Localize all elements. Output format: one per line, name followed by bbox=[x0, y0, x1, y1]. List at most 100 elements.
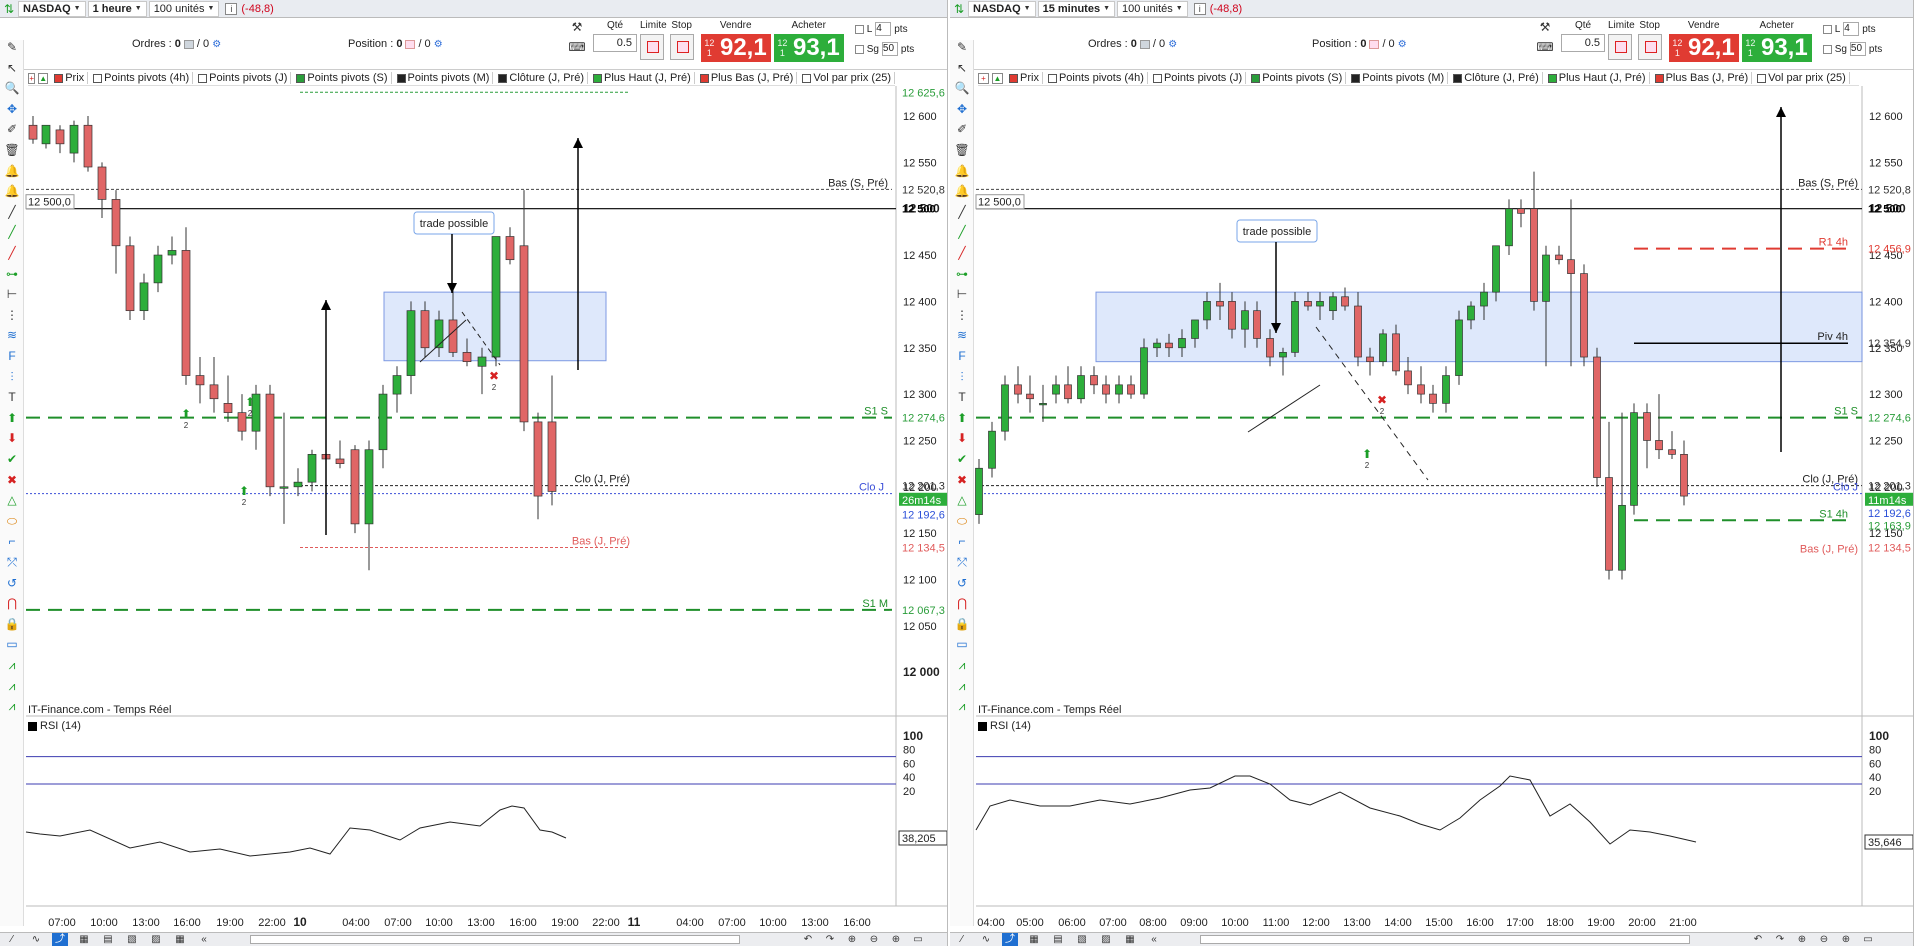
candle-bear bbox=[335, 458, 345, 464]
layers-icon[interactable]: ▦ bbox=[1122, 933, 1138, 946]
zoom-fit-icon[interactable]: ⊕ bbox=[844, 933, 860, 946]
target-arrow-head bbox=[1776, 107, 1786, 117]
rsi-value: 35,646 bbox=[1868, 837, 1902, 849]
candle-bear bbox=[1064, 384, 1072, 400]
candle-bull bbox=[1542, 254, 1550, 302]
price-chart-1h[interactable]: 12 600 12 550 12 500 12 450 12 400 12 350 12 3… bbox=[0, 0, 948, 946]
share-icon[interactable]: ⤴ bbox=[52, 933, 68, 946]
price-tag: 12 134,5 bbox=[1868, 543, 1911, 555]
signal-count: 2 bbox=[1380, 407, 1385, 416]
candle-bull bbox=[975, 467, 983, 515]
rsi-tick-label: 100 bbox=[903, 729, 923, 743]
candle-bull bbox=[307, 454, 317, 483]
target-arrow-head bbox=[573, 138, 583, 148]
candle-bull bbox=[1467, 305, 1475, 321]
zoom-fit-icon[interactable]: ⊕ bbox=[1794, 933, 1810, 946]
candle-bull bbox=[293, 481, 303, 488]
price-tag: 12 500 bbox=[902, 204, 936, 216]
candle-bear bbox=[1517, 208, 1525, 214]
chart-panel-15m: ⇅ NASDAQ ▼ 15 minutes ▼ 100 unités ▼ i (-48… bbox=[950, 0, 1914, 946]
compare-icon[interactable]: ▧ bbox=[1074, 933, 1090, 946]
scroll-left-icon[interactable]: « bbox=[1146, 933, 1162, 946]
redo-icon[interactable]: ↷ bbox=[822, 933, 838, 946]
indicator-menu-icon[interactable]: ⁄ bbox=[4, 933, 20, 946]
drawing-menu-icon[interactable]: ∿ bbox=[28, 933, 44, 946]
x-tick-label: 13:00 bbox=[467, 917, 495, 929]
price-tag: 12 192,6 bbox=[1868, 508, 1911, 520]
candle-bull bbox=[1001, 384, 1009, 432]
calendar-icon[interactable]: ▦ bbox=[1026, 933, 1042, 946]
note-text: trade possible bbox=[1243, 226, 1312, 238]
layers-icon[interactable]: ▦ bbox=[172, 933, 188, 946]
y-tick-label: 12 300 bbox=[1869, 389, 1903, 401]
candle-bull bbox=[1480, 291, 1488, 307]
horizontal-scrollbar[interactable] bbox=[1200, 935, 1690, 944]
candle-bear bbox=[181, 250, 191, 376]
candle-bear bbox=[1429, 393, 1437, 404]
candle-bull bbox=[1379, 333, 1387, 363]
horizontal-scrollbar[interactable] bbox=[250, 935, 740, 944]
chart-type-icon[interactable]: ▤ bbox=[100, 933, 116, 946]
maximize-icon[interactable]: ▭ bbox=[910, 933, 926, 946]
rsi-tick-label: 60 bbox=[903, 758, 915, 770]
candle-bull bbox=[69, 124, 79, 154]
undo-icon[interactable]: ↶ bbox=[800, 933, 816, 946]
rsi-tick-label: 80 bbox=[903, 745, 915, 757]
candle-bull bbox=[41, 124, 51, 145]
indicator-menu-icon[interactable]: ⁄ bbox=[954, 933, 970, 946]
grid-icon[interactable]: ▨ bbox=[1098, 933, 1114, 946]
drawing-menu-icon[interactable]: ∿ bbox=[978, 933, 994, 946]
rsi-tick-label: 80 bbox=[1869, 745, 1881, 757]
rsi-tick-label: 100 bbox=[1869, 729, 1889, 743]
candle-bull bbox=[1115, 384, 1123, 395]
maximize-icon[interactable]: ▭ bbox=[1860, 933, 1876, 946]
target-arrow-head bbox=[321, 300, 331, 310]
candle-bull bbox=[279, 486, 289, 489]
level-label: R1 4h bbox=[1819, 237, 1848, 249]
price-tag: 12 201,3 bbox=[902, 481, 945, 493]
candle-bear bbox=[1643, 412, 1651, 441]
price-tag: 12 192,6 bbox=[902, 510, 945, 522]
x-tick-label: 08:00 bbox=[1139, 917, 1167, 929]
x-tick-label: 07:00 bbox=[718, 917, 746, 929]
price-tag: 12 274,6 bbox=[1868, 413, 1911, 425]
rsi-legend: RSI (14) bbox=[978, 720, 1031, 732]
candle-bear bbox=[420, 310, 430, 349]
candle-bear bbox=[1102, 384, 1110, 395]
y-tick-label: 12 600 bbox=[903, 111, 937, 123]
signal-count: 2 bbox=[492, 383, 497, 392]
redo-icon[interactable]: ↷ bbox=[1772, 933, 1788, 946]
chart-type-icon[interactable]: ▤ bbox=[1050, 933, 1066, 946]
candle-bear bbox=[519, 245, 529, 423]
candle-bear bbox=[547, 421, 557, 492]
candle-bear bbox=[1655, 440, 1663, 451]
compare-icon[interactable]: ▧ bbox=[124, 933, 140, 946]
level-label: Bas (J, Pré) bbox=[572, 536, 630, 548]
candle-bear bbox=[1216, 301, 1224, 307]
x-tick-label: 22:00 bbox=[592, 917, 620, 929]
x-tick-label: 13:00 bbox=[801, 917, 829, 929]
zoom-in-icon[interactable]: ⊕ bbox=[888, 933, 904, 946]
candle-bear bbox=[1127, 384, 1135, 395]
candle-bear bbox=[1304, 301, 1312, 307]
candle-bear bbox=[237, 412, 247, 432]
price-tag: 11m14s bbox=[1868, 495, 1907, 507]
candle-bear bbox=[209, 384, 219, 400]
calendar-icon[interactable]: ▦ bbox=[76, 933, 92, 946]
price-tag: 12 134,5 bbox=[902, 543, 945, 555]
candle-bull bbox=[1203, 301, 1211, 321]
trend-line bbox=[1247, 384, 1321, 433]
candle-bear bbox=[111, 199, 121, 247]
grid-icon[interactable]: ▨ bbox=[148, 933, 164, 946]
scroll-left-icon[interactable]: « bbox=[196, 933, 212, 946]
zoom-in-icon[interactable]: ⊕ bbox=[1838, 933, 1854, 946]
share-icon[interactable]: ⤴ bbox=[1002, 933, 1018, 946]
candle-bear bbox=[1680, 454, 1688, 497]
zoom-out-icon[interactable]: ⊖ bbox=[1816, 933, 1832, 946]
zoom-out-icon[interactable]: ⊖ bbox=[866, 933, 882, 946]
candle-bull bbox=[491, 236, 501, 358]
undo-icon[interactable]: ↶ bbox=[1750, 933, 1766, 946]
price-chart-15m[interactable]: 12 60012 55012 50012 45012 40012 35012 3… bbox=[950, 0, 1914, 946]
y-tick-label: 12 000 bbox=[903, 665, 940, 679]
x-tick-label: 21:00 bbox=[1669, 917, 1697, 929]
